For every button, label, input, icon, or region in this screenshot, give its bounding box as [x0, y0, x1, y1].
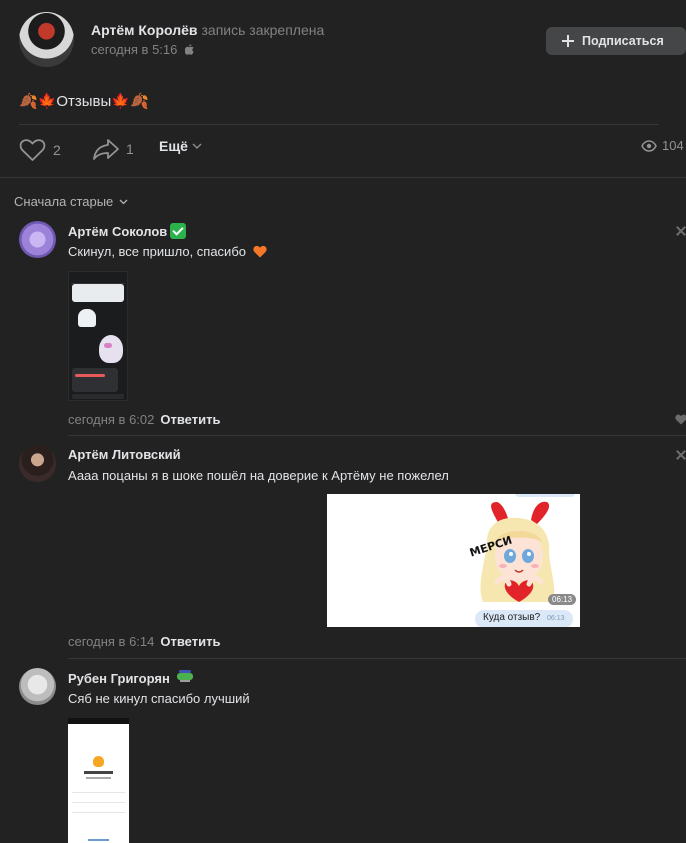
views-count: 104 [662, 138, 684, 153]
comment-author-line: Рубен Григорян [68, 670, 194, 686]
cat-sticker-accent [104, 343, 112, 348]
like-heart-icon[interactable] [675, 414, 686, 425]
share-button[interactable]: 1 [92, 138, 134, 160]
menu-row [72, 795, 125, 803]
subscribe-button[interactable]: Подписаться [546, 27, 686, 55]
comment-avatar[interactable] [19, 445, 56, 482]
divider [0, 177, 686, 178]
chevron-down-icon [119, 199, 128, 205]
text-line [84, 771, 113, 774]
author-avatar[interactable] [19, 12, 74, 67]
post-actions: 2 1 Ещё 104 [19, 138, 686, 166]
post-time-text[interactable]: сегодня в 5:16 [91, 42, 177, 57]
menu-row [72, 805, 125, 813]
sticker-time-badge: 06:13 [548, 594, 577, 605]
sort-label: Сначала старые [14, 194, 114, 209]
like-button[interactable]: 2 [19, 138, 61, 162]
text-line [86, 777, 111, 779]
chat-bubble-line [75, 374, 105, 377]
comment-meta: сегодня в 6:14 Ответить [68, 634, 220, 649]
close-icon[interactable] [676, 226, 686, 236]
cat-sticker [99, 335, 123, 363]
post-header: Артём Королёв запись закреплена сегодня в… [19, 12, 686, 70]
divider [68, 658, 686, 659]
chat-bubble [72, 368, 118, 392]
comment-text: Скинул, все пришло, спасибо [68, 244, 246, 259]
status-bar [68, 718, 129, 724]
comment-text: Сяб не кинул спасибо лучший [68, 691, 250, 706]
share-icon [93, 139, 119, 160]
apple-icon [185, 44, 194, 55]
post-author-name[interactable]: Артём Королёв [91, 22, 198, 38]
chat-card [72, 284, 124, 302]
chevron-down-icon [192, 143, 202, 149]
comment-author[interactable]: Артём Литовский [68, 447, 181, 462]
comment-avatar[interactable] [19, 668, 56, 705]
chat-bubble-question: Куда отзыв? 06:13 [475, 610, 573, 627]
close-icon[interactable] [676, 450, 686, 460]
chat-input-bar [72, 394, 124, 399]
comment-time[interactable]: сегодня в 6:02 [68, 412, 154, 427]
heart-icon [19, 139, 46, 161]
views-counter: 104 [641, 138, 684, 153]
eye-icon [641, 139, 657, 152]
share-count: 1 [126, 141, 134, 157]
app-logo [93, 756, 104, 767]
comment-text: Аааа поцаны я в шоке пошёл на доверие к … [68, 468, 449, 483]
divider [68, 435, 686, 436]
comment-time[interactable]: сегодня в 6:14 [68, 634, 154, 649]
chat-header [71, 276, 125, 284]
comment-meta: сегодня в 6:02 Ответить [68, 412, 220, 427]
menu-row [72, 785, 125, 793]
orange-heart-icon [253, 245, 267, 258]
bubble-text: Куда отзыв? [483, 612, 541, 623]
comment-photo-screenshot[interactable] [68, 718, 129, 843]
comment-avatar[interactable] [19, 221, 56, 258]
post-author-line: Артём Королёв запись закреплена [91, 22, 324, 38]
post-time: сегодня в 5:16 [91, 42, 194, 57]
comment-photo-screenshot[interactable] [68, 271, 128, 401]
subscribe-label: Подписаться [582, 34, 664, 48]
comment-author[interactable]: Артём Соколов [68, 224, 167, 239]
comment-author-line: Артём Соколов [68, 223, 187, 239]
bubble-time: 06:13 [547, 615, 565, 622]
plus-icon [562, 35, 574, 47]
comment-text-line: Скинул, все пришло, спасибо [68, 244, 267, 259]
more-button[interactable]: Ещё [159, 138, 202, 154]
comment-author[interactable]: Рубен Григорян [68, 671, 170, 686]
bottom-link [88, 839, 109, 841]
more-label: Ещё [159, 138, 188, 154]
sort-dropdown[interactable]: Сначала старые [14, 194, 128, 209]
pinned-label: запись закреплена [201, 22, 325, 38]
reply-button[interactable]: Ответить [160, 634, 220, 649]
like-count: 2 [53, 142, 61, 158]
reply-button[interactable]: Ответить [160, 412, 220, 427]
train-icon [177, 670, 194, 682]
divider [19, 124, 659, 125]
post-text: 🍂🍁Отзывы🍁🍂 [19, 93, 149, 110]
comment-photo-sticker[interactable]: МЕРСИ 06:13 Куда отзыв? 06:13 [327, 494, 580, 627]
chat-bubble-top [515, 494, 575, 497]
ghost-sticker [78, 309, 96, 327]
check-mark-icon [170, 223, 187, 239]
